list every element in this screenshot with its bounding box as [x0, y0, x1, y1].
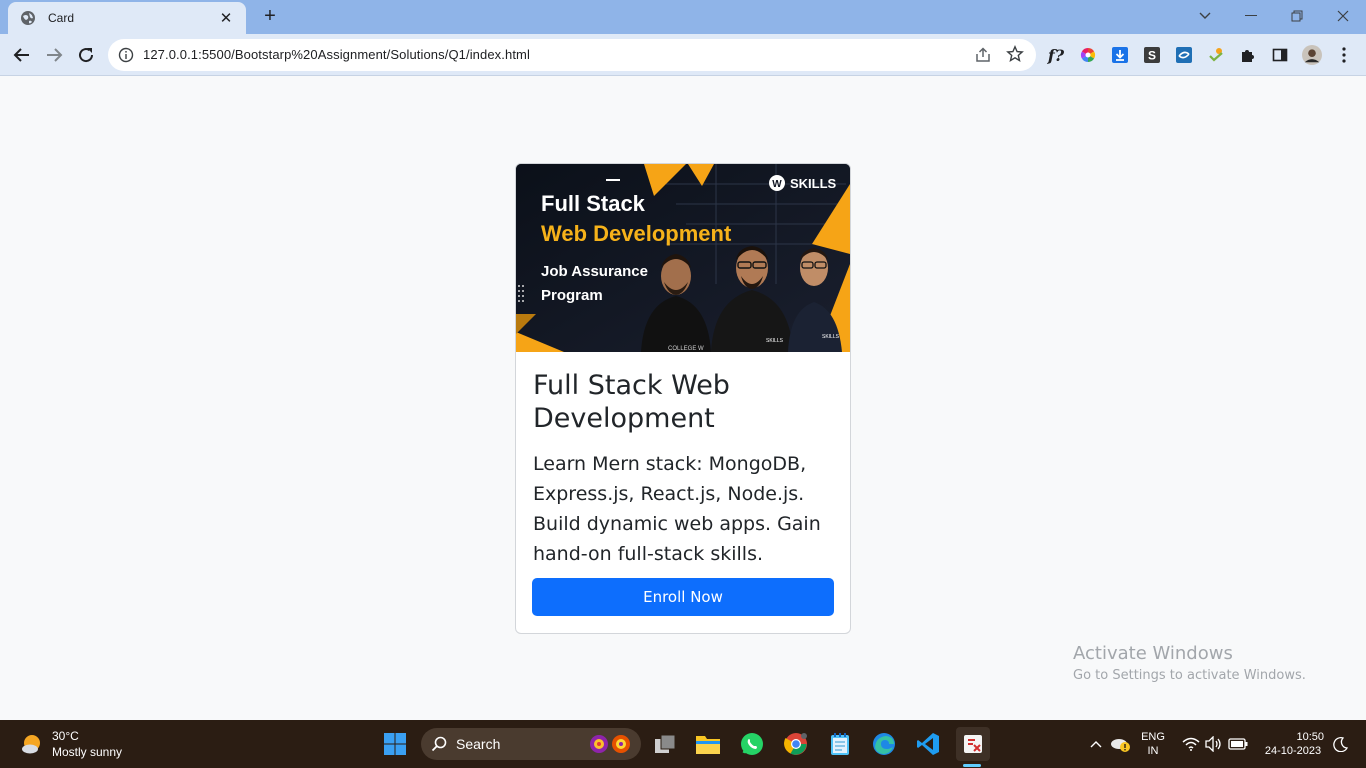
svg-text:W: W — [772, 179, 782, 190]
svg-text:S: S — [1148, 49, 1156, 63]
clock[interactable]: 10:50 24-10-2023 — [1258, 730, 1328, 758]
banner-headline-1: Full Stack — [541, 191, 646, 216]
minimize-button[interactable] — [1228, 0, 1274, 32]
tab-title: Card — [48, 11, 75, 25]
chevron-up-icon[interactable] — [1083, 731, 1109, 757]
language-indicator[interactable]: ENG IN — [1138, 730, 1168, 758]
edge-icon[interactable] — [871, 731, 897, 757]
watermark-subtitle: Go to Settings to activate Windows. — [1073, 668, 1306, 683]
card-title: Full Stack Web Development — [533, 370, 730, 434]
back-arrow-icon[interactable] — [10, 43, 34, 67]
banner-headline-2: Web Development — [541, 221, 732, 246]
profile-avatar[interactable] — [1302, 45, 1322, 65]
snipping-tool-icon[interactable] — [956, 727, 990, 761]
card-description: Learn Mern stack: MongoDB, Express.js, R… — [533, 453, 821, 565]
s-extension-icon[interactable]: S — [1142, 45, 1162, 65]
weather-condition: Mostly sunny — [52, 745, 123, 759]
download-extension-icon[interactable] — [1110, 45, 1130, 65]
banner-brand: SKILLS — [790, 176, 837, 191]
forward-arrow-icon[interactable] — [42, 43, 66, 67]
bookmark-star-icon[interactable] — [1006, 45, 1024, 63]
course-card: Full Stack Web Development Job Assurance… — [515, 163, 851, 634]
share-icon[interactable] — [974, 46, 992, 64]
site-info-icon[interactable] — [118, 47, 134, 63]
extensions-puzzle-icon[interactable] — [1238, 45, 1258, 65]
task-view-icon[interactable] — [652, 731, 678, 757]
onedrive-warning-icon[interactable] — [1107, 731, 1133, 757]
svg-text:SKILLS: SKILLS — [766, 338, 784, 344]
close-tab-icon[interactable]: ✕ — [218, 10, 234, 27]
search-label: Search — [456, 736, 501, 752]
search-icon — [431, 736, 447, 752]
tab-search-icon[interactable] — [1182, 0, 1228, 32]
svg-text:SKILLS: SKILLS — [822, 334, 840, 340]
weather-widget[interactable]: 30°C Mostly sunny — [20, 728, 122, 760]
enroll-now-button[interactable]: Enroll Now — [532, 578, 834, 616]
watermark-title: Activate Windows — [1073, 643, 1233, 664]
activate-windows-watermark: Activate Windows Go to Settings to activ… — [1073, 643, 1306, 683]
checkmark-extension-icon[interactable] — [1206, 45, 1226, 65]
url-text: 127.0.0.1:5500/Bootstarp%20Assignment/So… — [143, 47, 530, 62]
diwali-rangoli-icon — [590, 735, 630, 753]
tab-strip: Card ✕ + — [0, 0, 1366, 34]
sync-extension-icon[interactable] — [1174, 45, 1194, 65]
file-explorer-icon[interactable] — [695, 731, 721, 757]
weather-temp: 30°C — [52, 729, 79, 743]
banner-sub-1: Job Assurance — [541, 263, 648, 280]
side-panel-icon[interactable] — [1270, 45, 1290, 65]
address-bar[interactable]: 127.0.0.1:5500/Bootstarp%20Assignment/So… — [108, 39, 1036, 71]
windows-taskbar: 30°C Mostly sunny Search ENG IN 10:50 24… — [0, 720, 1366, 768]
volume-icon[interactable] — [1201, 731, 1227, 757]
start-windows-icon[interactable] — [382, 731, 408, 757]
svg-text:COLLEGE W: COLLEGE W — [668, 346, 704, 352]
reload-icon[interactable] — [74, 43, 98, 67]
vscode-icon[interactable] — [915, 731, 941, 757]
taskbar-search[interactable]: Search — [421, 728, 641, 760]
active-app-indicator — [963, 764, 981, 767]
whatsapp-icon[interactable] — [739, 731, 765, 757]
new-tab-button[interactable]: + — [260, 5, 280, 27]
restore-button[interactable] — [1274, 0, 1320, 32]
banner-sub-2: Program — [541, 287, 603, 304]
color-picker-extension-icon[interactable] — [1078, 45, 1098, 65]
sun-cloud-icon — [22, 735, 40, 754]
chrome-icon[interactable] — [783, 731, 809, 757]
page-viewport: Full Stack Web Development Job Assurance… — [0, 77, 1366, 720]
fonts-ninja-extension-icon[interactable]: f? — [1046, 45, 1066, 65]
notification-moon-icon[interactable] — [1328, 731, 1354, 757]
notepad-icon[interactable] — [827, 731, 853, 757]
tab-card[interactable]: Card ✕ — [8, 2, 246, 34]
close-window-button[interactable] — [1320, 0, 1366, 32]
kebab-menu-icon[interactable] — [1334, 45, 1354, 65]
browser-toolbar: 127.0.0.1:5500/Bootstarp%20Assignment/So… — [0, 34, 1366, 76]
card-body: Full Stack Web Development Learn Mern st… — [533, 369, 835, 569]
course-banner-image: Full Stack Web Development Job Assurance… — [516, 164, 850, 352]
globe-icon — [21, 11, 35, 25]
battery-icon[interactable] — [1225, 731, 1251, 757]
